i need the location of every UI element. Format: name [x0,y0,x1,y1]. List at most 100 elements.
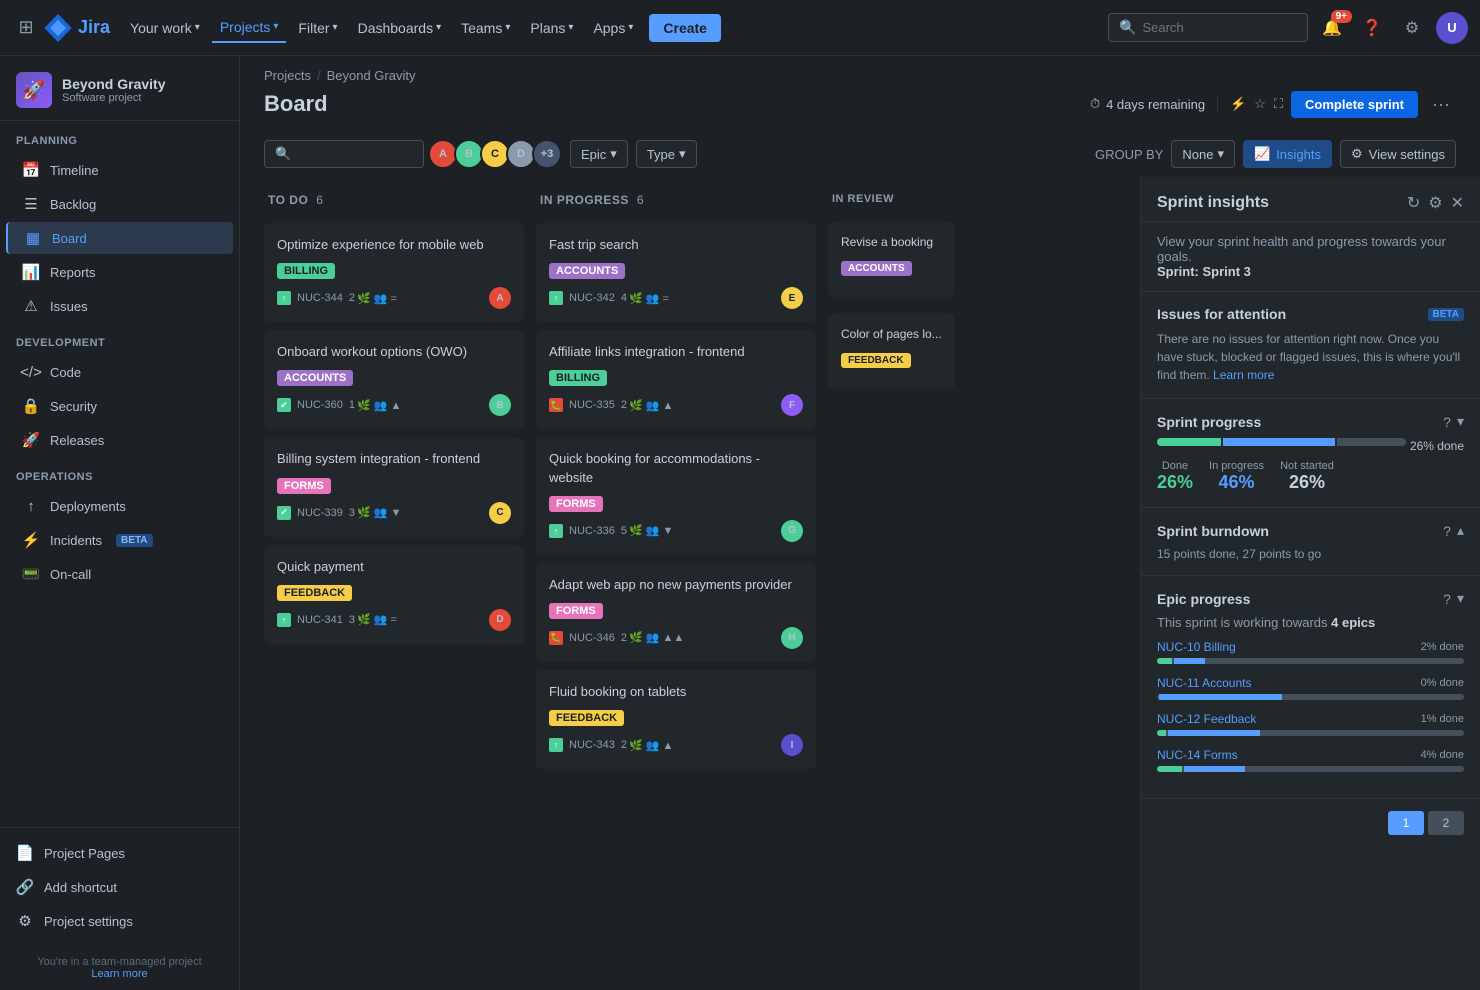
grid-menu-icon[interactable]: ⊞ [12,14,40,42]
epic-pct: 0% done [1421,677,1464,689]
settings-button[interactable]: ⚙ [1396,12,1428,44]
sidebar-project-settings[interactable]: ⚙ Project settings [0,904,239,938]
group-by-label: GROUP BY [1095,147,1163,162]
sidebar-item-board[interactable]: ▦ Board [6,222,233,254]
refresh-icon[interactable]: ↻ [1407,193,1420,213]
inreview-column-header: IN REVIEW [828,185,955,213]
search-icon: 🔍 [275,146,291,162]
card-nuc-344[interactable]: Optimize experience for mobile web BILLI… [264,223,524,322]
card-tag: FORMS [549,496,603,512]
insights-button[interactable]: 📈 Insights [1243,140,1332,168]
settings-icon: ⚙ [1351,146,1363,162]
card-nuc-339[interactable]: Billing system integration - frontend FO… [264,437,524,536]
notifications-button[interactable]: 🔔 9+ [1316,12,1348,44]
sidebar-item-oncall[interactable]: 📟 On-call [6,558,233,590]
done-label: Done 26% [1157,460,1193,493]
epic-link[interactable]: NUC-10 Billing [1157,640,1236,654]
learn-more-link[interactable]: Learn more [91,968,147,980]
chevron-icon: ▾ [436,22,441,33]
fullscreen-button[interactable]: ⛶ [1274,96,1283,112]
breadcrumb-project-name[interactable]: Beyond Gravity [327,68,416,83]
card-inreview-1[interactable]: Revise a booking ACCOUNTS [828,221,955,297]
star-button[interactable]: ☆ [1254,96,1266,112]
epic-pct: 4% done [1421,749,1464,761]
nav-projects[interactable]: Projects▾ [212,13,287,43]
learn-more-link[interactable]: Learn more [1213,368,1274,382]
sidebar-add-shortcut[interactable]: 🔗 Add shortcut [0,870,239,904]
epic-bar [1157,766,1464,772]
board-search-box[interactable]: 🔍 [264,140,424,168]
sidebar-project-pages[interactable]: 📄 Project Pages [0,836,239,870]
sidebar-item-code[interactable]: </> Code [6,356,233,388]
planning-section-label: PLANNING [0,121,239,153]
nav-teams[interactable]: Teams▾ [453,14,518,42]
chevron-icon: ▾ [273,21,278,32]
search-input[interactable] [1142,20,1297,35]
help-icon[interactable]: ? [1443,591,1451,607]
pagination-page1[interactable]: 1 [1388,811,1424,835]
sidebar-item-backlog[interactable]: ☰ Backlog [6,188,233,220]
chevron-down-icon[interactable]: ▾ [1457,590,1464,607]
card-nuc-360[interactable]: Onboard workout options (OWO) ACCOUNTS ✔… [264,330,524,429]
chevron-down-icon[interactable]: ▾ [1457,413,1464,430]
lightning-button[interactable]: ⚡ [1230,96,1246,112]
attention-text: There are no issues for attention right … [1157,330,1464,384]
create-button[interactable]: Create [649,14,721,42]
chevron-up-icon[interactable]: ▴ [1457,522,1464,539]
avatar-more[interactable]: +3 [532,139,562,169]
card-inreview-2[interactable]: Color of pages lo... FEEDBACK [828,313,955,389]
card-nuc-342[interactable]: Fast trip search ACCOUNTS ↑ NUC-342 4 🌿 … [536,223,816,322]
sidebar-item-releases[interactable]: 🚀 Releases [6,424,233,456]
help-icon[interactable]: ? [1443,414,1451,430]
time-remaining: ⏱ 4 days remaining [1090,96,1205,112]
sidebar-item-timeline[interactable]: 📅 Timeline [6,154,233,186]
epic-link[interactable]: NUC-14 Forms [1157,748,1238,762]
notstarted-segment [1337,438,1406,446]
nav-apps[interactable]: Apps▾ [585,14,641,42]
assignee-avatar: F [781,394,803,416]
nav-plans[interactable]: Plans▾ [522,14,581,42]
epic-link[interactable]: NUC-11 Accounts [1157,676,1251,690]
nav-your-work[interactable]: Your work▾ [122,14,208,42]
jira-logo[interactable]: Jira [44,14,110,42]
card-nuc-346[interactable]: Adapt web app no new payments provider F… [536,563,816,662]
pagination-page2[interactable]: 2 [1428,811,1464,835]
epic-link[interactable]: NUC-12 Feedback [1157,712,1256,726]
sidebar-item-deployments[interactable]: ↑ Deployments [6,490,233,522]
card-nuc-343[interactable]: Fluid booking on tablets FEEDBACK ↑ NUC-… [536,670,816,769]
more-options-button[interactable]: ··· [1426,89,1456,119]
help-icon[interactable]: ? [1443,523,1451,539]
breadcrumb: Projects / Beyond Gravity [264,68,1456,83]
epic-item-header: NUC-11 Accounts 0% done [1157,676,1464,690]
todo-column-count: 6 [316,193,323,207]
type-dropdown[interactable]: Type ▾ [636,140,697,168]
board-actions: ⏱ 4 days remaining ⚡ ☆ ⛶ Complete sprint… [1090,89,1456,119]
burndown-title: Sprint burndown [1157,523,1269,539]
card-nuc-341[interactable]: Quick payment FEEDBACK ↑ NUC-341 3 🌿 👥 =… [264,545,524,644]
settings-icon[interactable]: ⚙ [1428,193,1442,213]
view-settings-button[interactable]: ⚙ View settings [1340,140,1456,168]
board-search-input[interactable] [297,147,413,162]
project-name: Beyond Gravity [62,76,165,92]
nav-dashboards[interactable]: Dashboards▾ [350,14,450,42]
card-meta: ✔ NUC-360 1 🌿 👥 ▲ B [277,394,511,416]
insights-panel-title: Sprint insights [1157,194,1269,212]
user-avatar[interactable]: U [1436,12,1468,44]
close-icon[interactable]: ✕ [1451,193,1464,213]
sidebar-item-security[interactable]: 🔒 Security [6,390,233,422]
progress-title: Sprint progress [1157,414,1261,430]
help-button[interactable]: ❓ [1356,12,1388,44]
group-by-dropdown[interactable]: None ▾ [1171,140,1235,168]
sidebar-item-incidents[interactable]: ⚡ Incidents BETA [6,524,233,556]
card-nuc-335[interactable]: Affiliate links integration - frontend B… [536,330,816,429]
sidebar-item-reports[interactable]: 📊 Reports [6,256,233,288]
epic-actions: ? ▾ [1443,590,1464,607]
sidebar-item-issues[interactable]: ⚠ Issues [6,290,233,322]
complete-sprint-button[interactable]: Complete sprint [1291,91,1418,118]
board-title-row: Board ⏱ 4 days remaining ⚡ ☆ ⛶ Complete … [264,89,1456,119]
nav-filter[interactable]: Filter▾ [290,14,345,42]
epic-dropdown[interactable]: Epic ▾ [570,140,628,168]
search-box[interactable]: 🔍 [1108,13,1308,42]
breadcrumb-projects[interactable]: Projects [264,68,311,83]
card-nuc-336[interactable]: Quick booking for accommodations - websi… [536,437,816,554]
